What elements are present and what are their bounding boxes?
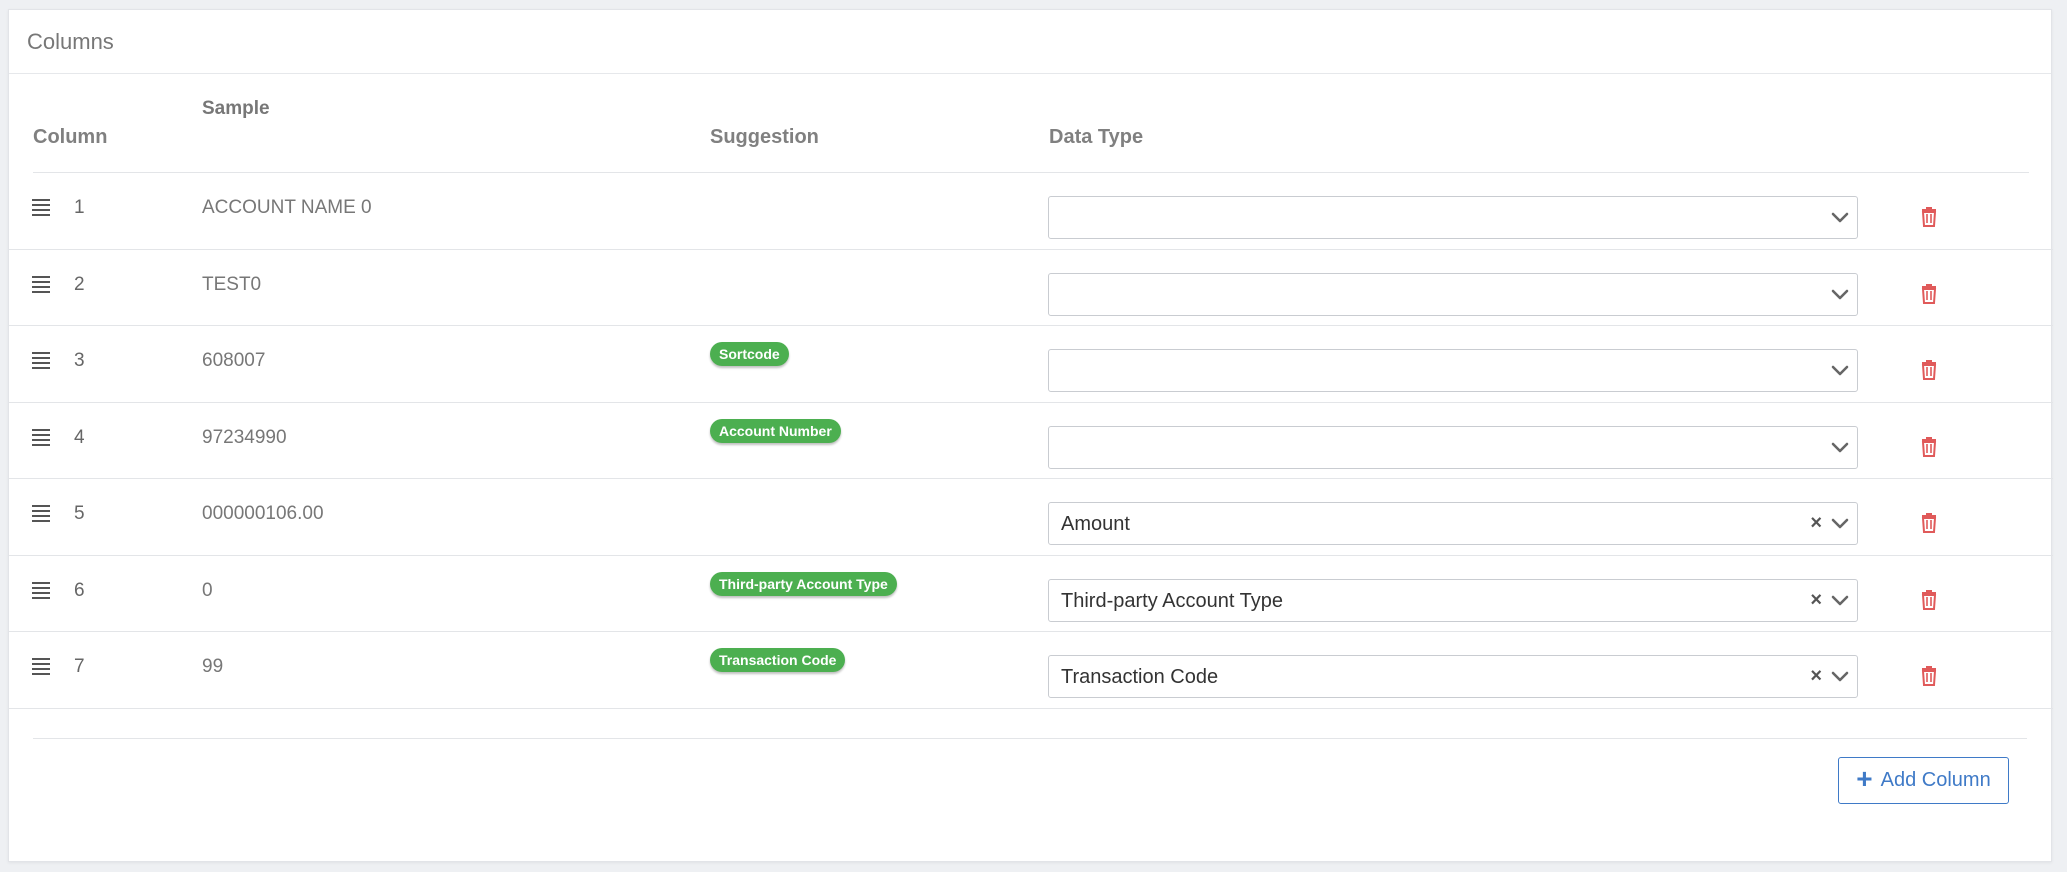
table-body: 1 ACCOUNT NAME 0 2 TEST0 3 608007 Sortco…	[9, 173, 2053, 709]
column-number: 1	[74, 197, 85, 218]
data-type-select[interactable]	[1048, 425, 1858, 469]
chevron-down-icon	[1831, 518, 1849, 529]
trash-icon[interactable]	[1921, 283, 1937, 304]
column-number: 4	[74, 426, 85, 448]
data-type-select[interactable]: Transaction Code ×	[1048, 655, 1858, 698]
chevron-down-icon	[1831, 671, 1849, 682]
data-type-select[interactable]: Third-party Account Type ×	[1048, 578, 1858, 622]
suggestion-badge: Transaction Code	[710, 648, 846, 672]
table-row: 4 97234990 Account Number	[9, 403, 2053, 479]
panel-title: Columns	[27, 28, 114, 54]
header-column: Column	[33, 126, 108, 148]
header-sample: Sample	[202, 98, 270, 119]
columns-panel: Columns Column Sample Suggestion Data Ty…	[8, 9, 2053, 862]
drag-handle-icon[interactable]	[32, 275, 50, 293]
add-column-label: Add Column	[1880, 769, 1991, 791]
chevron-down-icon	[1831, 595, 1849, 605]
data-type-select[interactable]	[1048, 272, 1858, 316]
suggestion-badge: Account Number	[710, 418, 841, 443]
plus-icon: +	[1856, 763, 1873, 794]
header-data-type: Data Type	[1049, 126, 1144, 148]
table-row: 2 TEST0	[9, 250, 2053, 326]
table-row: 6 0 Third-party Account Type Third-party…	[9, 556, 2053, 632]
columns-table: Column Sample Suggestion Data Type 1 ACC…	[9, 74, 2053, 709]
data-type-value: Third-party Account Type	[1061, 589, 1283, 612]
drag-handle-icon[interactable]	[32, 352, 50, 369]
suggestion-badge: Third-party Account Type	[710, 571, 897, 596]
trash-icon[interactable]	[1921, 360, 1937, 380]
column-number: 2	[74, 273, 85, 295]
trash-icon[interactable]	[1921, 207, 1937, 227]
chevron-down-icon	[1831, 289, 1849, 299]
clear-x-icon[interactable]: ×	[1810, 513, 1822, 533]
table-row: 1 ACCOUNT NAME 0	[9, 173, 2053, 250]
sample-value: 000000106.00	[202, 503, 324, 524]
column-number: 3	[74, 350, 85, 371]
data-type-value: Amount	[1061, 513, 1130, 535]
chevron-down-icon	[1831, 212, 1849, 223]
data-type-value: Transaction Code	[1061, 666, 1219, 688]
drag-handle-icon[interactable]	[32, 428, 50, 446]
add-column-button[interactable]: + Add Column	[1838, 757, 2009, 804]
sample-value: 99	[202, 656, 224, 677]
data-type-select[interactable]: Amount ×	[1048, 502, 1858, 545]
header-suggestion: Suggestion	[710, 126, 819, 148]
sample-value: 0	[202, 579, 213, 601]
panel-header: Columns	[9, 10, 2051, 74]
table-row: 3 608007 Sortcode	[9, 326, 2053, 403]
clear-x-icon[interactable]: ×	[1810, 590, 1822, 610]
sample-value: TEST0	[202, 273, 262, 295]
trash-icon[interactable]	[1921, 666, 1937, 686]
column-number: 6	[74, 579, 85, 601]
footer-divider	[33, 738, 2027, 739]
trash-icon[interactable]	[1921, 513, 1937, 533]
table-row: 5 000000106.00 Amount ×	[9, 479, 2053, 556]
sample-value: ACCOUNT NAME 0	[202, 197, 372, 218]
sample-value: 608007	[202, 350, 266, 371]
table-row: 7 99 Transaction Code Transaction Code ×	[9, 632, 2053, 709]
sample-value: 97234990	[202, 426, 287, 448]
drag-handle-icon[interactable]	[32, 505, 50, 522]
chevron-down-icon	[1831, 365, 1849, 376]
data-type-select[interactable]	[1048, 349, 1858, 392]
column-number: 5	[74, 503, 85, 524]
column-number: 7	[74, 656, 85, 677]
table-header: Column Sample Suggestion Data Type	[33, 74, 2029, 173]
chevron-down-icon	[1831, 442, 1849, 452]
trash-icon[interactable]	[1921, 589, 1937, 610]
drag-handle-icon[interactable]	[32, 581, 50, 599]
trash-icon[interactable]	[1921, 436, 1937, 457]
clear-x-icon[interactable]: ×	[1810, 666, 1822, 686]
suggestion-badge: Sortcode	[710, 342, 789, 366]
data-type-select[interactable]	[1048, 196, 1858, 239]
drag-handle-icon[interactable]	[32, 199, 50, 216]
drag-handle-icon[interactable]	[32, 658, 50, 675]
